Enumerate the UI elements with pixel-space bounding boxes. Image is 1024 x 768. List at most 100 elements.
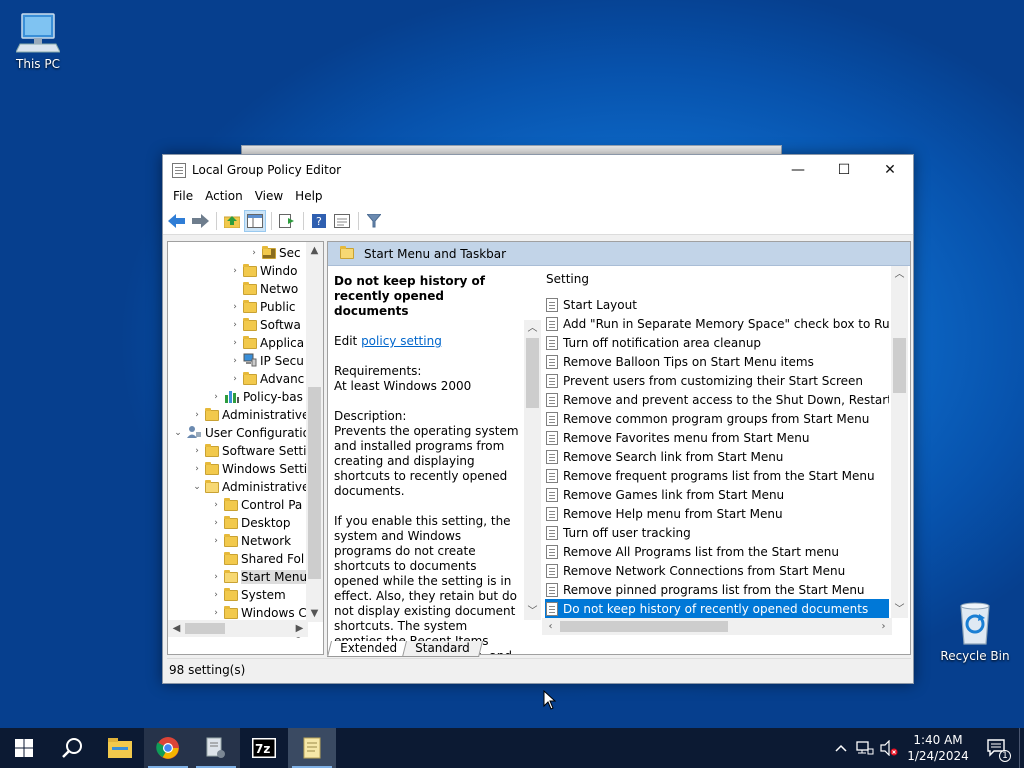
chevron-right-icon[interactable]: › xyxy=(210,536,222,546)
scroll-thumb[interactable] xyxy=(560,621,728,632)
edit-policy-setting-link[interactable]: policy setting xyxy=(361,334,442,348)
tree-horizontal-scrollbar[interactable]: ◀ ▶ xyxy=(168,620,308,637)
file-explorer-taskbar-button[interactable] xyxy=(96,728,144,768)
action-center-button[interactable]: 1 xyxy=(975,728,1019,768)
tree-item[interactable]: › Advanc xyxy=(229,370,304,388)
description-scrollbar[interactable]: ︿ ﹀ xyxy=(524,320,541,620)
chevron-right-icon[interactable]: › xyxy=(248,248,260,258)
chevron-right-icon[interactable]: › xyxy=(210,572,222,582)
tree-item[interactable]: Shared Fol xyxy=(210,550,304,568)
chevron-right-icon[interactable]: › xyxy=(229,266,241,276)
scroll-up-arrow[interactable]: ︿ xyxy=(524,320,541,337)
tab-standard[interactable]: Standard xyxy=(402,641,483,657)
menu-action[interactable]: Action xyxy=(199,189,249,203)
setting-row[interactable]: Start Layout xyxy=(545,295,889,314)
scroll-thumb[interactable] xyxy=(526,338,539,408)
volume-tray-button[interactable] xyxy=(877,728,901,768)
tree-item[interactable]: › Policy-bas xyxy=(210,388,303,406)
setting-row[interactable]: Add "Run in Separate Memory Space" check… xyxy=(545,314,889,333)
scroll-right-arrow[interactable]: ▶ xyxy=(291,620,308,637)
tree-item[interactable]: › Network xyxy=(210,532,291,550)
tree-item[interactable]: › Desktop xyxy=(210,514,291,532)
start-button[interactable] xyxy=(0,728,48,768)
tree-item[interactable]: › Softwa xyxy=(229,316,301,334)
setting-row[interactable]: Remove pinned programs list from the Sta… xyxy=(545,580,889,599)
desktop-icon-this-pc[interactable]: This PC xyxy=(0,10,76,71)
setting-row[interactable]: Remove Network Connections from Start Me… xyxy=(545,561,889,580)
scroll-right-arrow[interactable]: › xyxy=(875,618,892,635)
search-button[interactable] xyxy=(48,728,96,768)
show-hide-tree-button[interactable] xyxy=(244,209,266,232)
chevron-right-icon[interactable]: › xyxy=(210,590,222,600)
chevron-right-icon[interactable]: › xyxy=(210,392,222,402)
tree-item[interactable]: › Windo xyxy=(229,262,298,280)
setting-column-header[interactable]: Setting xyxy=(546,272,589,286)
tree-item[interactable]: › IP Secu xyxy=(229,352,304,370)
tree-item[interactable]: › Start Menu xyxy=(210,568,308,586)
scroll-down-arrow[interactable]: ﹀ xyxy=(524,603,541,620)
chevron-right-icon[interactable]: › xyxy=(229,356,241,366)
scroll-down-arrow[interactable]: ﹀ xyxy=(891,601,908,618)
show-desktop-button[interactable] xyxy=(1019,728,1024,768)
list-vertical-scrollbar[interactable]: ︿ ﹀ xyxy=(891,266,908,618)
filter-button[interactable] xyxy=(363,210,385,232)
up-folder-button[interactable] xyxy=(221,210,243,232)
scroll-thumb[interactable] xyxy=(308,387,321,579)
policy-tool-taskbar-button[interactable] xyxy=(192,728,240,768)
tree-item[interactable]: › Control Pa xyxy=(210,496,302,514)
setting-row[interactable]: Remove common program groups from Start … xyxy=(545,409,889,428)
chevron-right-icon[interactable]: › xyxy=(210,518,222,528)
scroll-thumb[interactable] xyxy=(185,623,225,634)
tree-item[interactable]: › Applica xyxy=(229,334,304,352)
chevron-right-icon[interactable]: › xyxy=(191,410,203,420)
minimize-button[interactable]: — xyxy=(775,155,821,185)
chevron-right-icon[interactable]: › xyxy=(210,500,222,510)
setting-row[interactable]: Turn off user tracking xyxy=(545,523,889,542)
setting-row[interactable]: Do not keep history of recently opened d… xyxy=(545,599,889,618)
tree-item[interactable]: Netwo xyxy=(229,280,298,298)
close-button[interactable]: ✕ xyxy=(867,155,913,185)
setting-row[interactable]: Remove Search link from Start Menu xyxy=(545,447,889,466)
scroll-left-arrow[interactable]: ‹ xyxy=(542,618,559,635)
scroll-down-arrow[interactable]: ▼ xyxy=(306,605,323,622)
properties-button[interactable] xyxy=(331,210,353,232)
tree-item[interactable]: › Administrative xyxy=(191,406,309,424)
setting-row[interactable]: Remove frequent programs list from the S… xyxy=(545,466,889,485)
chrome-taskbar-button[interactable] xyxy=(144,728,192,768)
chevron-right-icon[interactable]: › xyxy=(191,464,203,474)
tree-item[interactable]: › Sec xyxy=(248,244,301,262)
setting-row[interactable]: Remove All Programs list from the Start … xyxy=(545,542,889,561)
setting-row[interactable]: Remove Favorites menu from Start Menu xyxy=(545,428,889,447)
tree-item[interactable]: ⌄ User Configuratio xyxy=(172,424,310,442)
chevron-right-icon[interactable]: › xyxy=(229,302,241,312)
setting-row[interactable]: Remove Help menu from Start Menu xyxy=(545,504,889,523)
tree-item[interactable]: › System xyxy=(210,586,286,604)
chevron-right-icon[interactable]: › xyxy=(229,374,241,384)
tree-item[interactable]: › Windows Setti xyxy=(191,460,307,478)
setting-row[interactable]: Prevent users from customizing their Sta… xyxy=(545,371,889,390)
chevron-right-icon[interactable]: › xyxy=(229,320,241,330)
back-button[interactable] xyxy=(166,210,188,232)
help-button[interactable]: ? xyxy=(308,210,330,232)
chevron-down-icon[interactable]: ⌄ xyxy=(172,428,184,438)
scroll-thumb[interactable] xyxy=(893,338,906,393)
tree-vertical-scrollbar[interactable]: ▲ ▼ xyxy=(306,242,323,622)
tree-item[interactable]: › Public xyxy=(229,298,296,316)
scroll-up-arrow[interactable]: ︿ xyxy=(891,266,908,283)
export-list-button[interactable] xyxy=(276,210,298,232)
setting-row[interactable]: Remove Balloon Tips on Start Menu items xyxy=(545,352,889,371)
menu-view[interactable]: View xyxy=(249,189,289,203)
menu-help[interactable]: Help xyxy=(289,189,328,203)
chevron-down-icon[interactable]: ⌄ xyxy=(191,482,203,492)
menu-file[interactable]: File xyxy=(167,189,199,203)
desktop-icon-recycle-bin[interactable]: Recycle Bin xyxy=(937,600,1013,663)
tree-item[interactable]: › Software Setti xyxy=(191,442,306,460)
tab-extended[interactable]: Extended xyxy=(327,641,410,657)
group-policy-taskbar-button[interactable] xyxy=(288,728,336,768)
show-hidden-icons-button[interactable] xyxy=(829,728,853,768)
clock[interactable]: 1:40 AM 1/24/2024 xyxy=(901,732,975,764)
chevron-right-icon[interactable]: › xyxy=(210,608,222,618)
setting-row[interactable]: Remove Games link from Start Menu xyxy=(545,485,889,504)
scroll-up-arrow[interactable]: ▲ xyxy=(306,242,323,259)
network-tray-button[interactable] xyxy=(853,728,877,768)
